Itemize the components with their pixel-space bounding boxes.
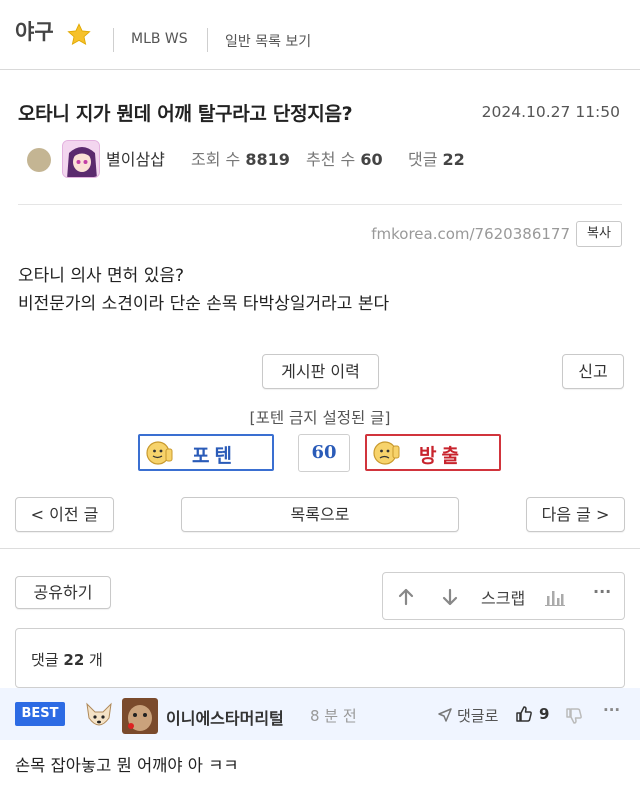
comment-count-box: 댓글 22 개 — [15, 628, 625, 688]
next-post-button[interactable]: 다음 글 > — [526, 497, 625, 532]
thumbs-up-face-icon — [146, 441, 173, 465]
comment-text: 손목 잡아놓고 뭔 어깨야 아 ㅋㅋ — [15, 756, 239, 775]
upvote-button[interactable]: 포텐 — [138, 434, 274, 471]
commenter-name[interactable]: 이니에스타머리털 — [166, 705, 284, 729]
post-date: 2024.10.27 11:50 — [481, 103, 620, 121]
divider — [113, 28, 114, 52]
scrap-button[interactable]: 스크랩 — [481, 585, 525, 609]
post-body-line: 오타니 의사 면허 있음? — [18, 266, 184, 286]
comment-count: 댓글 22 — [408, 150, 465, 169]
post-title: 오타니 지가 뭔데 어깨 탈구라고 단정지음? — [18, 103, 353, 125]
thumbs-down-face-icon — [373, 441, 400, 465]
downvote-button[interactable]: 방출 — [365, 434, 501, 471]
like-count: 9 — [539, 705, 550, 723]
post-body-line: 비전문가의 소견이라 단순 손목 타박상일거라고 본다 — [18, 294, 390, 314]
comment-header: BEST 이니에스타머리털 8 분 전 댓글로 9 ··· — [0, 688, 640, 740]
view-count: 조회 수 8819 — [191, 150, 290, 169]
divider — [207, 28, 208, 52]
best-comment: BEST 이니에스타머리털 8 분 전 댓글로 9 ··· 손목 잡아놓고 뭔 … — [0, 688, 640, 789]
link-mlb-ws[interactable]: MLB WS — [131, 31, 188, 47]
author-name[interactable]: 별이삼샵 — [106, 146, 165, 170]
commenter-avatar[interactable] — [122, 698, 158, 734]
divider — [0, 548, 640, 549]
recommend-count: 추천 수 60 — [306, 150, 383, 169]
thumbs-up-icon[interactable] — [515, 705, 533, 723]
comment-count-label: 댓글 22 개 — [31, 651, 103, 669]
board-title[interactable]: 야구 — [15, 16, 54, 46]
commenter-level-icon — [81, 698, 117, 734]
copy-url-button[interactable]: 복사 — [576, 221, 622, 247]
reply-arrow-icon — [438, 708, 452, 722]
reply-button[interactable]: 댓글로 — [457, 705, 498, 726]
top-bar: 야구 MLB WS 일반 목록 보기 — [0, 0, 640, 70]
arrow-down-icon[interactable] — [441, 588, 459, 606]
divider — [18, 204, 622, 205]
board-history-button[interactable]: 게시판 이력 — [262, 354, 379, 389]
level-icon — [27, 148, 51, 172]
prev-post-button[interactable]: < 이전 글 — [15, 497, 114, 532]
vote-note: [포텐 금지 설정된 글] — [249, 409, 391, 427]
star-icon[interactable] — [66, 22, 92, 48]
stats-icon[interactable] — [545, 588, 565, 606]
thumbs-down-icon[interactable] — [565, 707, 583, 725]
more-options-icon[interactable]: ··· — [593, 582, 611, 601]
share-button[interactable]: 공유하기 — [15, 576, 111, 609]
comment-time: 8 분 전 — [310, 707, 357, 725]
best-badge: BEST — [15, 702, 65, 726]
avatar-image-icon — [63, 141, 99, 177]
comment-more-icon[interactable]: ··· — [603, 701, 620, 719]
post-url[interactable]: fmkorea.com/7620386177 — [371, 225, 570, 243]
vote-count: 60 — [298, 434, 350, 472]
back-to-list-button[interactable]: 목록으로 — [181, 497, 459, 532]
post-toolbar: 스크랩 ··· — [382, 572, 625, 620]
upvote-label: 포텐 — [192, 445, 237, 467]
arrow-up-icon[interactable] — [397, 588, 415, 606]
post-body: 오타니 의사 면허 있음? 비전문가의 소견이라 단순 손목 타박상일거라고 본… — [18, 262, 389, 318]
report-button[interactable]: 신고 — [562, 354, 624, 389]
avatar[interactable] — [62, 140, 100, 178]
downvote-label: 방출 — [419, 445, 464, 467]
link-list-view[interactable]: 일반 목록 보기 — [225, 31, 311, 51]
